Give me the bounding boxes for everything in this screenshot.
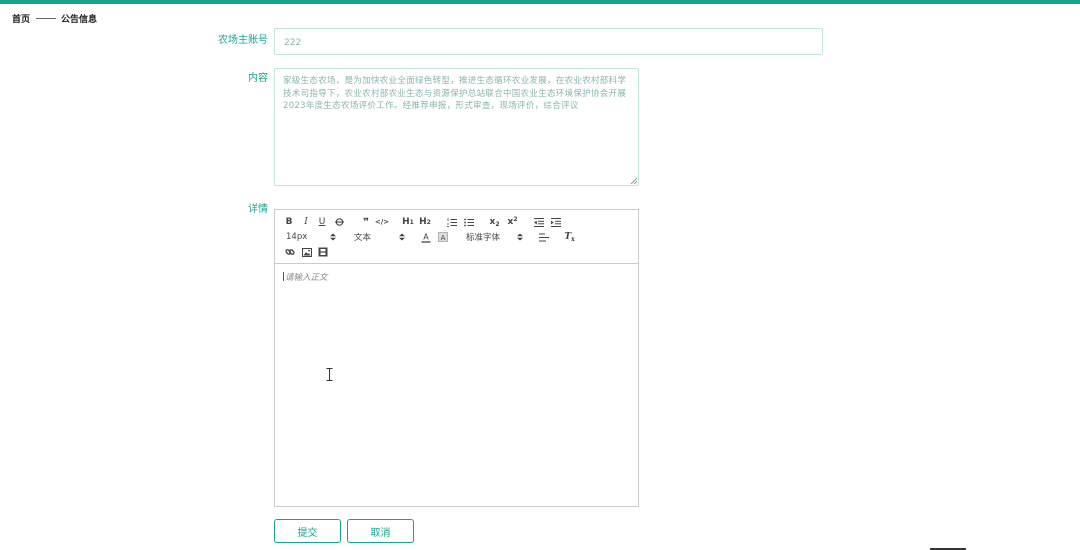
editor-toolbar: B I U ❞ </> H1 H2 x2 x2 14px 文本 A A 标准字体… bbox=[275, 210, 638, 264]
italic-button[interactable]: I bbox=[301, 216, 311, 228]
font-family-value: 标准字体 bbox=[466, 233, 501, 243]
font-size-select[interactable]: 14px bbox=[286, 231, 307, 243]
detail-label: 详情 bbox=[248, 204, 268, 215]
code-block-button[interactable]: </> bbox=[375, 216, 389, 228]
background-color-icon: A bbox=[437, 232, 448, 242]
content-textarea[interactable]: 家级生态农场，是为加快农业全面绿色转型，推进生态循环农业发展，在农业农村部科学技… bbox=[274, 68, 639, 186]
outdent-icon bbox=[533, 217, 544, 227]
font-size-caret-icon bbox=[330, 233, 336, 241]
editor-placeholder: 请输入正文 bbox=[285, 273, 328, 283]
svg-text:A: A bbox=[423, 232, 429, 241]
account-input[interactable]: 222 bbox=[274, 28, 823, 55]
indent-icon bbox=[550, 217, 561, 227]
cancel-button[interactable]: 取消 bbox=[347, 519, 414, 543]
content-textarea-value: 家级生态农场，是为加快农业全面绿色转型，推进生态循环农业发展，在农业农村部科学技… bbox=[283, 76, 627, 111]
indent-button[interactable] bbox=[550, 216, 561, 228]
account-label: 农场主账号 bbox=[218, 35, 268, 46]
outdent-button[interactable] bbox=[533, 216, 544, 228]
breadcrumb-separator bbox=[36, 17, 57, 19]
strikethrough-button[interactable] bbox=[334, 216, 344, 228]
font-family-select[interactable]: 标准字体 bbox=[466, 231, 500, 243]
image-button[interactable] bbox=[301, 246, 312, 258]
breadcrumb: 首页 公告信息 bbox=[12, 11, 97, 25]
ibeam-cursor-icon bbox=[326, 368, 333, 381]
breadcrumb-home[interactable]: 首页 bbox=[12, 12, 30, 25]
ordered-list-button[interactable] bbox=[446, 216, 457, 228]
link-button[interactable] bbox=[284, 246, 295, 258]
link-icon bbox=[284, 249, 295, 255]
svg-text:A: A bbox=[440, 234, 445, 242]
font-size-value: 14px bbox=[286, 232, 308, 242]
superscript-button[interactable]: x2 bbox=[507, 216, 518, 228]
video-icon bbox=[318, 247, 327, 257]
ordered-list-icon bbox=[446, 217, 457, 227]
bullet-list-icon bbox=[463, 218, 474, 226]
heading1-button[interactable]: H1 bbox=[402, 216, 414, 228]
font-color-button[interactable]: A bbox=[420, 231, 431, 243]
align-button[interactable] bbox=[538, 231, 549, 243]
account-input-value: 222 bbox=[284, 38, 302, 48]
video-button[interactable] bbox=[317, 246, 328, 258]
subscript-button[interactable]: x2 bbox=[489, 216, 500, 228]
header-select-caret-icon bbox=[399, 233, 405, 241]
heading2-button[interactable]: H2 bbox=[419, 216, 431, 228]
top-accent-bar bbox=[0, 0, 1080, 4]
image-icon bbox=[301, 247, 312, 257]
header-select[interactable]: 文本 bbox=[354, 231, 371, 243]
strikethrough-icon bbox=[334, 218, 344, 226]
background-color-button[interactable]: A bbox=[437, 231, 448, 243]
header-select-value: 文本 bbox=[354, 233, 372, 243]
clear-format-button[interactable]: Tx bbox=[564, 231, 575, 243]
submit-button[interactable]: 提交 bbox=[274, 519, 341, 543]
font-color-icon: A bbox=[421, 232, 430, 243]
underline-button[interactable]: U bbox=[317, 216, 327, 228]
text-cursor bbox=[283, 272, 284, 281]
editor-content[interactable]: 请输入正文 bbox=[283, 271, 328, 283]
font-family-caret-icon bbox=[517, 233, 523, 241]
breadcrumb-current: 公告信息 bbox=[61, 14, 98, 25]
content-label: 内容 bbox=[248, 73, 268, 84]
blockquote-button[interactable]: ❞ bbox=[360, 216, 372, 228]
bold-button[interactable]: B bbox=[284, 216, 294, 228]
resize-grip-icon[interactable] bbox=[630, 177, 637, 184]
align-icon bbox=[538, 233, 549, 241]
rich-text-editor: B I U ❞ </> H1 H2 x2 x2 14px 文本 A A 标准字体… bbox=[274, 209, 639, 507]
bullet-list-button[interactable] bbox=[463, 216, 474, 228]
